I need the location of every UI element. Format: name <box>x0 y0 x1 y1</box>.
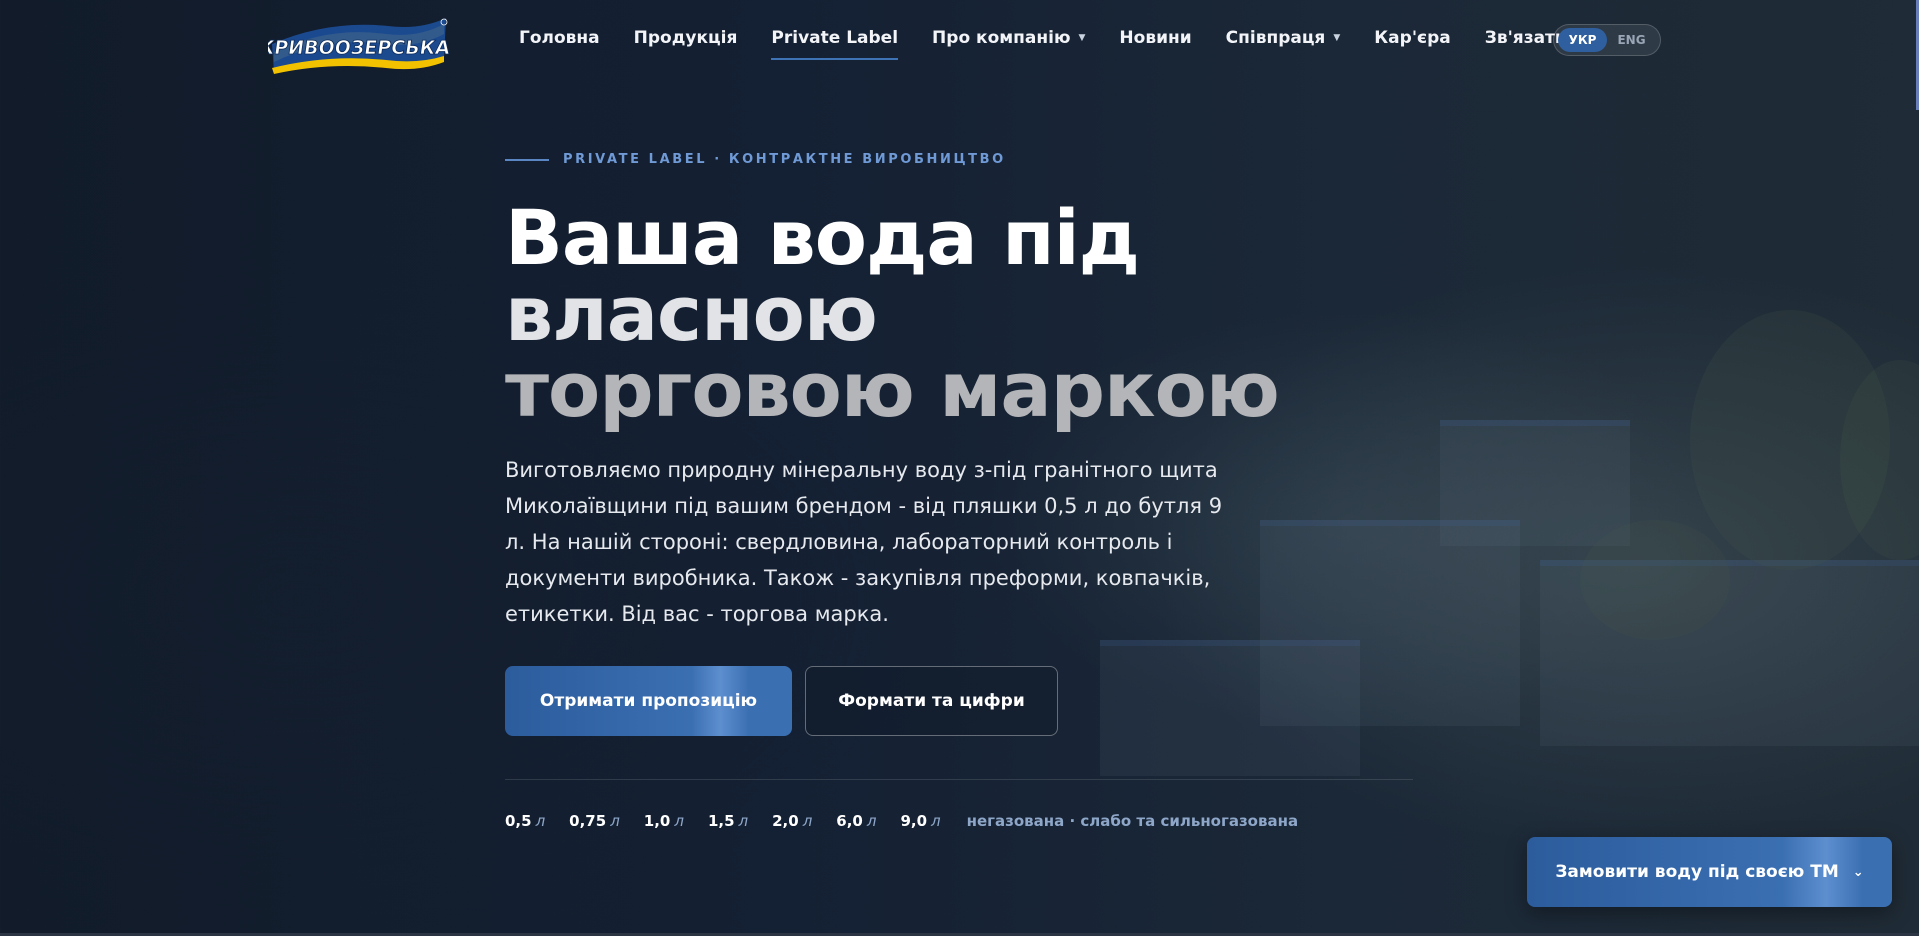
nav-news[interactable]: Новини <box>1119 28 1191 48</box>
format-value: 0,5 <box>505 812 532 830</box>
nav-label: Головна <box>519 28 600 48</box>
hero-title-line: Ваша вода під <box>505 193 1140 282</box>
format-unit: л <box>610 812 620 830</box>
nav-products[interactable]: Продукція <box>634 28 738 48</box>
hero-divider <box>505 779 1413 780</box>
chevron-down-icon: ⌄ <box>1852 864 1864 880</box>
logo-graphic: КРИВООЗЕРСЬКА <box>257 18 452 74</box>
formats-note: негазована · слабо та сильногазована <box>966 812 1299 830</box>
bottle-formats: 0,5 л 0,75 л 1,0 л 1,5 л 2,0 л 6,0 л 9,0 л нега… <box>505 812 1298 830</box>
get-offer-button[interactable]: Отримати пропозицію <box>505 666 792 736</box>
eyebrow-line <box>505 158 549 161</box>
brand-logo[interactable]: КРИВООЗЕРСЬКА <box>257 14 452 76</box>
site-header: КРИВООЗЕРСЬКА Головна Продукція Private … <box>0 0 1919 80</box>
caret-down-icon: ▼ <box>1078 33 1086 43</box>
language-switcher: УКР ENG <box>1553 24 1661 56</box>
nav-about[interactable]: Про компанію ▼ <box>932 28 1085 48</box>
format-item: 6,0 л <box>836 812 876 830</box>
lang-ukr-button[interactable]: УКР <box>1558 28 1607 52</box>
lang-eng-button[interactable]: ENG <box>1607 28 1656 52</box>
format-item: 1,5 л <box>708 812 748 830</box>
nav-label: Продукція <box>633 28 738 48</box>
nav-label: Новини <box>1119 28 1192 48</box>
formats-button[interactable]: Формати та цифри <box>805 666 1058 736</box>
format-value: 1,0 <box>643 812 671 830</box>
nav-cooperation[interactable]: Співпраця ▼ <box>1226 28 1341 48</box>
format-value: 9,0 <box>900 812 928 830</box>
hero-title-line: торговою маркою <box>505 345 1280 434</box>
format-value: 2,0 <box>772 812 799 830</box>
format-item: 0,75 л <box>569 812 620 830</box>
nav-label: Private Label <box>771 28 899 48</box>
eyebrow-text: PRIVATE LABEL · КОНТРАКТНЕ ВИРОБНИЦТВО <box>563 152 1006 167</box>
nav-home[interactable]: Головна <box>519 28 600 48</box>
format-unit: л <box>738 812 749 830</box>
format-item: 0,5 л <box>505 812 545 830</box>
caret-down-icon: ▼ <box>1333 33 1341 43</box>
nav-private-label[interactable]: Private Label <box>771 28 899 60</box>
order-button-label: Замовити воду під своєю ТМ <box>1555 862 1839 882</box>
hero-title: Ваша вода під власною торговою маркою <box>505 193 1280 434</box>
hero-lead: Виготовляємо природну мінеральну воду з-… <box>505 458 1223 626</box>
nav-label: Співпраця <box>1225 28 1326 48</box>
format-value: 6,0 <box>836 812 863 830</box>
format-item: 2,0 л <box>772 812 812 830</box>
format-value: 0,75 <box>569 812 607 830</box>
order-water-button[interactable]: Замовити воду під своєю ТМ ⌄ <box>1527 837 1892 907</box>
format-unit: л <box>535 812 546 830</box>
format-item: 9,0 л <box>900 812 940 830</box>
nav-label: Про компанію <box>932 28 1071 48</box>
nav-label: Кар'єра <box>1374 28 1451 48</box>
hero-title-line: власною <box>505 269 878 358</box>
main-nav: Головна Продукція Private Label Про комп… <box>519 28 1622 60</box>
nav-career[interactable]: Кар'єра <box>1374 28 1450 48</box>
format-item: 1,0 л <box>644 812 684 830</box>
format-unit: л <box>931 812 941 830</box>
format-value: 1,5 <box>707 812 735 830</box>
hero-eyebrow: PRIVATE LABEL · КОНТРАКТНЕ ВИРОБНИЦТВО <box>505 152 1006 167</box>
format-unit: л <box>674 812 684 830</box>
logo-text: КРИВООЗЕРСЬКА <box>268 36 450 59</box>
format-unit: л <box>866 812 877 830</box>
format-unit: л <box>802 812 813 830</box>
